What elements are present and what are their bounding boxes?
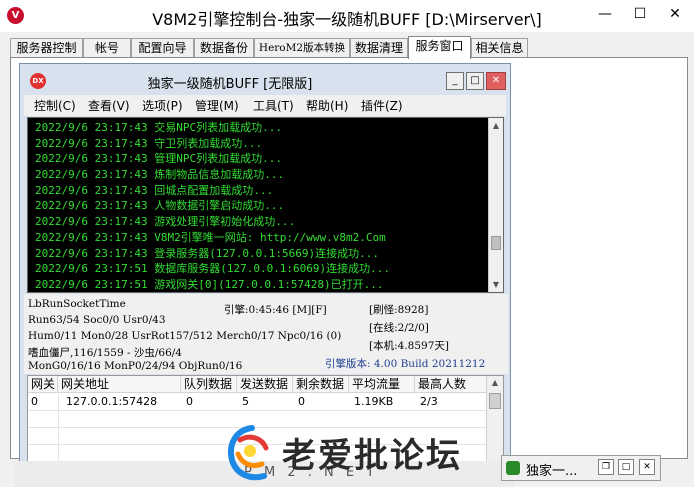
- tab-bar: 服务器控制 帐号 配置向导 数据备份 HeroM2版本转换 数据清理 服务窗口 …: [10, 36, 690, 59]
- log-lines: 2022/9/6 23:17:43 交易NPC列表加载成功... 2022/9/…: [35, 120, 485, 292]
- log-line: 2022/9/6 23:17:51 游戏网关[0](127.0.0.1:5742…: [35, 277, 384, 291]
- status-panel: LbRunSocketTime 引擎:0:45:46 [M][F] [刷怪:89…: [24, 294, 508, 374]
- tab-account[interactable]: 帐号: [83, 38, 131, 58]
- scroll-up-icon[interactable]: ▲: [487, 378, 503, 387]
- status-socket-time: LbRunSocketTime: [28, 298, 126, 310]
- title-bar: V V8M2引擎控制台-独家一级随机BUFF [D:\Mirserver\] —…: [0, 0, 694, 32]
- watermark-logo-icon: [228, 425, 269, 481]
- minimized-window-label: 独家一...: [526, 464, 578, 479]
- watermark: 老爱批论坛: [220, 420, 480, 487]
- engine-version-label: 引擎版本: 4.00 Build 20211212: [325, 358, 486, 370]
- menu-control[interactable]: 控制(C): [34, 97, 76, 114]
- close-button[interactable]: ✕: [639, 459, 655, 475]
- col-max-players[interactable]: 最高人数: [415, 376, 487, 393]
- col-queue-data[interactable]: 队列数据: [181, 376, 237, 393]
- cell-gate: 0: [31, 395, 38, 408]
- menu-view[interactable]: 查看(V): [88, 97, 130, 114]
- cell-queue-data: 0: [186, 395, 193, 408]
- col-gate-address[interactable]: 网关地址: [58, 376, 181, 393]
- cell-send-data: 5: [242, 395, 249, 408]
- status-mongo: MonG0/16/16 MonP0/24/94 ObjRun0/16: [28, 360, 243, 372]
- menu-options[interactable]: 选项(P): [142, 97, 183, 114]
- status-local-days: [本机:4.8597天]: [369, 340, 449, 352]
- col-send-data[interactable]: 发送数据: [237, 376, 293, 393]
- scroll-up-icon[interactable]: ▲: [489, 118, 503, 133]
- cell-remaining-data: 0: [298, 395, 305, 408]
- log-line: 2022/9/6 23:17:43 交易NPC列表加载成功...: [35, 121, 282, 134]
- service-close-button[interactable]: ✕: [486, 72, 506, 90]
- main-window: V V8M2引擎控制台-独家一级随机BUFF [D:\Mirserver\] —…: [0, 0, 694, 487]
- minimized-window[interactable]: 独家一... ❐ □ ✕: [501, 455, 661, 481]
- log-line: 2022/9/6 23:17:43 游戏处理引擎初始化成功...: [35, 215, 296, 229]
- log-line: 2022/9/6 23:17:43 炼制物品信息加载成功...: [35, 168, 285, 182]
- tab-server-control[interactable]: 服务器控制: [10, 38, 83, 58]
- log-line: 2022/9/6 23:17:43 守卫列表加载成功...: [35, 136, 263, 150]
- status-online: [在线:2/2/0]: [369, 322, 429, 334]
- col-avg-traffic[interactable]: 平均流量: [349, 376, 415, 393]
- log-line: 2022/9/6 23:17:43 管理NPC列表加载成功...: [35, 152, 282, 166]
- col-gate[interactable]: 网关: [28, 376, 58, 393]
- log-line: 2022/9/6 23:17:43 V8M2引擎唯一网站: http://www…: [35, 230, 386, 244]
- maximize-button[interactable]: ☐: [620, 0, 660, 28]
- menu-help[interactable]: 帮助(H): [306, 97, 348, 114]
- grid-line: [58, 394, 59, 462]
- status-run: Run63/54 Soc0/0 Usr0/43: [28, 314, 166, 326]
- minimize-button[interactable]: —: [585, 0, 625, 28]
- service-maximize-button[interactable]: □: [466, 72, 484, 90]
- log-console[interactable]: 2022/9/6 23:17:43 交易NPC列表加载成功... 2022/9/…: [27, 117, 504, 293]
- log-scrollbar[interactable]: ▲ ▼: [488, 118, 503, 292]
- tab-config-wizard[interactable]: 配置向导: [131, 38, 194, 58]
- menu-plugins[interactable]: 插件(Z): [361, 97, 403, 114]
- scroll-down-icon[interactable]: ▼: [489, 277, 503, 292]
- menu-tools[interactable]: 工具(T): [253, 97, 294, 114]
- log-line: 2022/9/6 23:17:43 回城点配置加载成功...: [35, 183, 274, 197]
- status-engine-uptime: 引擎:0:45:46 [M][F]: [224, 304, 327, 316]
- tab-data-backup[interactable]: 数据备份: [194, 38, 254, 58]
- table-scroll-thumb[interactable]: [489, 393, 501, 409]
- log-line: 2022/9/6 23:17:51 数据库服务器(127.0.0.1:6069)…: [35, 262, 391, 276]
- log-scroll-thumb[interactable]: [491, 236, 501, 250]
- tab-data-cleanup[interactable]: 数据清理: [350, 38, 408, 58]
- status-hum: Hum0/11 Mon0/28 UsrRot157/512 Merch0/17 …: [28, 330, 342, 342]
- maximize-button[interactable]: □: [618, 459, 634, 475]
- cell-avg-traffic: 1.19KB: [354, 395, 394, 408]
- cell-gate-address: 127.0.0.1:57428: [66, 395, 158, 408]
- status-monster: 嗜血僵尸,116/1559 - 沙虫/66/4: [28, 347, 182, 359]
- service-minimize-button[interactable]: _: [446, 72, 464, 90]
- tab-service-window[interactable]: 服务窗口: [408, 36, 471, 59]
- cell-max-players: 2/3: [420, 395, 438, 408]
- tab-herom2-convert[interactable]: HeroM2版本转换: [254, 38, 350, 58]
- col-remaining-data[interactable]: 剩余数据: [293, 376, 349, 393]
- restore-button[interactable]: ❐: [598, 459, 614, 475]
- menu-bar: 控制(C) 查看(V) 选项(P) 管理(M) 工具(T) 帮助(H) 插件(Z…: [24, 95, 506, 116]
- log-line: 2022/9/6 23:17:43 登录服务器(127.0.0.1:5669)连…: [35, 246, 380, 260]
- status-refresh-count: [刷怪:8928]: [369, 304, 429, 316]
- window-icon: [506, 461, 520, 475]
- watermark-text: 老爱批论坛: [282, 436, 462, 476]
- log-line: 2022/9/6 23:17:43 人物数据引擎启动成功...: [35, 199, 285, 213]
- close-button[interactable]: ✕: [655, 0, 694, 28]
- menu-manage[interactable]: 管理(M): [195, 97, 239, 114]
- service-window: DX 独家一级随机BUFF [无限版] _ □ ✕ 控制(C) 查看(V) 选项…: [19, 63, 511, 469]
- table-scrollbar[interactable]: ▲: [486, 376, 503, 462]
- tab-related-info[interactable]: 相关信息: [471, 38, 528, 58]
- service-window-title: 独家一级随机BUFF [无限版]: [147, 77, 313, 92]
